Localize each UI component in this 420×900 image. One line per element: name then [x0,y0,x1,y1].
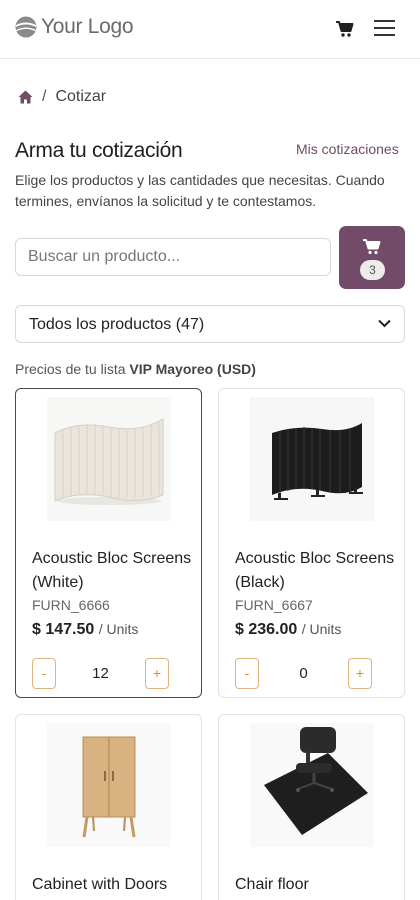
product-card[interactable]: Chair floor [218,714,405,900]
navbar: Your Logo [0,0,420,59]
pricelist-info: Precios de tu lista VIP Mayoreo (USD) [15,361,256,377]
hamburger-menu-icon[interactable] [374,20,396,40]
increase-qty-button[interactable]: + [145,658,169,689]
product-code: FURN_6666 [32,597,110,613]
quantity-value[interactable]: 0 [259,658,348,689]
chevron-down-icon [378,319,391,328]
cart-icon [363,239,381,255]
product-name[interactable]: Chair floor [235,873,395,897]
product-card[interactable]: Cabinet with Doors [15,714,202,900]
product-price: $ 147.50 / Units [32,621,138,639]
logo-mark-icon [15,16,37,38]
white-acoustic-screen-image [47,397,171,521]
home-icon[interactable] [18,90,33,104]
breadcrumb: / Cotizar [18,88,106,106]
cart-button[interactable]: 3 [339,226,405,289]
category-select[interactable]: Todos los productos (47) [15,305,405,343]
pricelist-prefix: Precios de tu lista [15,361,126,377]
product-name[interactable]: Acoustic Bloc Screens (Black) [235,547,395,595]
cart-count-badge: 3 [360,260,385,280]
product-name[interactable]: Acoustic Bloc Screens (White) [32,547,192,595]
product-code: FURN_6667 [235,597,313,613]
pricelist-name: VIP Mayoreo (USD) [129,361,256,377]
category-select-value: Todos los productos (47) [29,316,205,333]
page-title: Arma tu cotización [15,139,183,162]
quantity-value[interactable]: 12 [56,658,145,689]
quantity-stepper: - 12 + [32,658,172,689]
breadcrumb-current: Cotizar [55,88,107,105]
decrease-qty-button[interactable]: - [235,658,259,689]
quantity-stepper: - 0 + [235,658,375,689]
increase-qty-button[interactable]: + [348,658,372,689]
product-name[interactable]: Cabinet with Doors [32,873,192,897]
product-unit: / Units [301,621,342,637]
my-quotes-link[interactable]: Mis cotizaciones [296,141,399,157]
product-card[interactable]: Acoustic Bloc Screens (White) FURN_6666 … [15,388,202,698]
product-price: $ 236.00 / Units [235,621,341,639]
black-acoustic-screen-image [250,397,374,521]
decrease-qty-button[interactable]: - [32,658,56,689]
product-price-value: $ 236.00 [235,621,298,638]
product-unit: / Units [98,621,139,637]
breadcrumb-separator: / [42,88,47,105]
logo[interactable]: Your Logo [15,15,134,39]
logo-text: Your Logo [41,15,134,38]
chair-floor-mat-image [250,723,374,847]
wooden-cabinet-image [47,723,171,847]
page-description: Elige los productos y las cantidades que… [15,172,385,209]
cart-icon[interactable] [336,20,356,40]
product-card[interactable]: Acoustic Bloc Screens (Black) FURN_6667 … [218,388,405,698]
product-price-value: $ 147.50 [32,621,95,638]
search-input[interactable] [15,238,331,276]
